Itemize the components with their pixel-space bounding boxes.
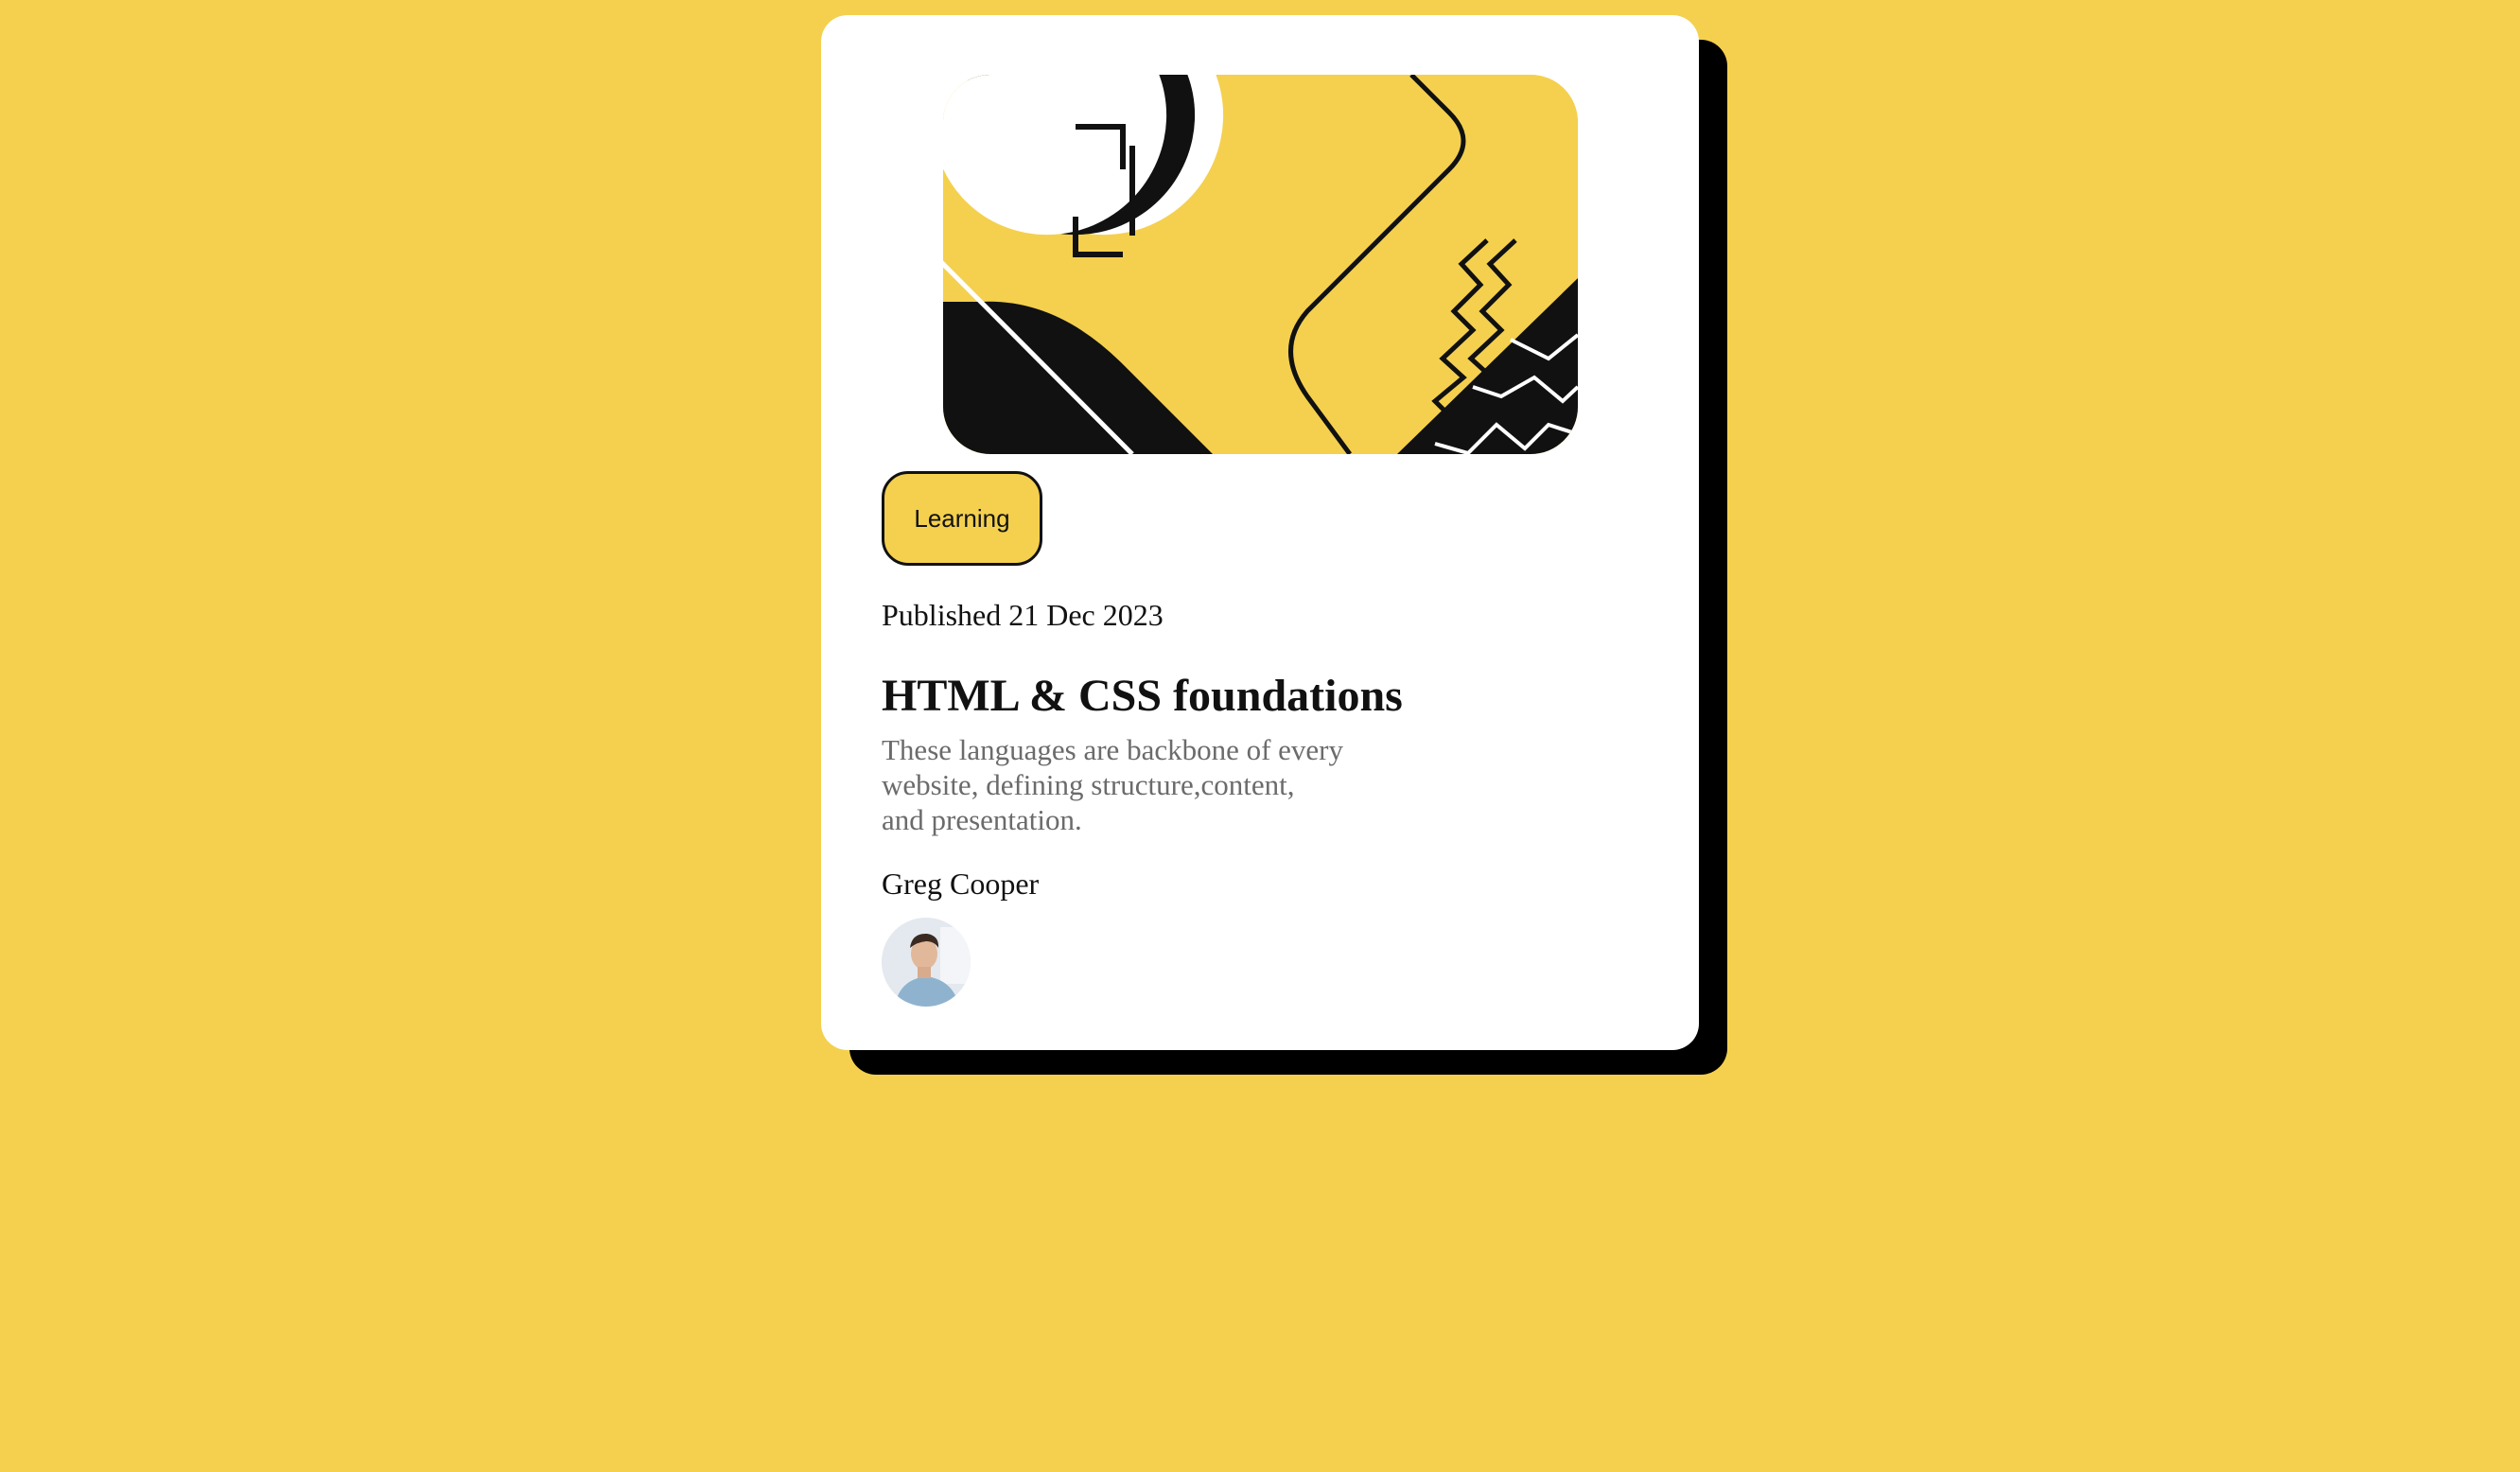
author-name: Greg Cooper: [882, 867, 1040, 901]
description-line: and presentation.: [882, 803, 1082, 836]
card-title[interactable]: HTML & CSS foundations: [882, 666, 1403, 727]
code-illustration-icon: [943, 75, 1578, 454]
avatar: [882, 918, 971, 1007]
author-portrait-icon: [882, 918, 971, 1007]
category-badge[interactable]: Learning: [882, 471, 1042, 566]
blog-preview-card: Learning Published 21 Dec 2023 HTML & CS…: [821, 15, 1699, 1050]
description-line: These languages are backbone of every: [882, 733, 1344, 766]
published-date: Published 21 Dec 2023: [882, 598, 1164, 632]
description-line: website, defining structure,content,: [882, 768, 1295, 801]
card-description: These languages are backbone of every we…: [882, 732, 1411, 837]
hero-illustration: [943, 75, 1578, 454]
